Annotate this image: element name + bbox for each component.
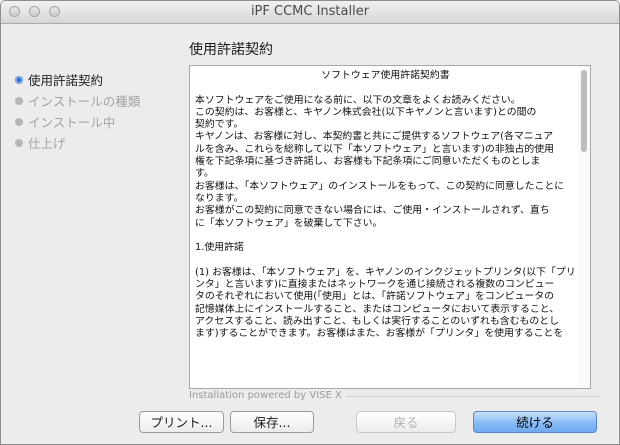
step-label: インストール中 [28,115,116,130]
license-scrollbar[interactable] [578,66,590,388]
license-line: ルを含み、これらを総称して以下「本ソフトウェア」と言います)の非独占的使用 [195,143,555,155]
license-spacer [195,254,576,266]
license-line: 記憶媒体上にインストールすること、またはコンピュータにおいて表示すること、 [195,303,560,315]
save-button[interactable]: 保存... [230,411,314,433]
license-spacer [195,82,576,94]
license-line: タのそれぞれにおいて使用(「使用」とは、「許諾ソフトウェア」をコンピュータの [195,291,555,303]
license-spacer [195,230,576,242]
step-bullet-icon [15,117,23,126]
window-title: iPF CCMC Installer [250,4,370,19]
step-bullet-icon [15,75,23,84]
license-line: アクセスすること、読み出すこと、もしくは実行することのいずれも含むものとし [195,315,559,327]
license-title: ソフトウェア使用許諾契約書 [321,70,450,81]
license-line: キヤノンは、お客様に対し、本契約書と共にご提供するソフトウェア(各マニュア [195,131,554,143]
license-text: ソフトウェア使用許諾契約書 本ソフトウェアをご使用になる前に、以下の文章をよくお… [195,70,576,341]
powered-by-label: Installation powered by VISE X [189,390,342,401]
license-line: ンタ」と言います)に直接またはネットワークを通じ接続される複数のコンピュー [195,279,555,291]
step-bullet-icon [15,96,23,105]
step-license: 使用許諾契約 [15,69,183,90]
installer-steps: 使用許諾契約 インストールの種類 インストール中 仕上げ [15,69,183,153]
title-bar: iPF CCMC Installer [1,1,619,24]
step-label: 仕上げ [28,136,66,151]
license-line: この契約は、お客様と、キヤノン株式会社(以下キヤノンと言います)との間の [195,106,537,118]
license-line: お客様は、「本ソフトウェア」のインストールをもって、この契約に同意したことに [195,180,565,192]
step-bullet-icon [15,138,23,147]
step-installing: インストール中 [15,111,183,132]
license-text-area[interactable]: ソフトウェア使用許諾契約書 本ソフトウェアをご使用になる前に、以下の文章をよくお… [189,65,591,389]
step-label: インストールの種類 [28,94,141,109]
installer-window: iPF CCMC Installer 使用許諾契約 使用許諾契約 インストールの… [0,0,620,445]
license-line: ます)することができます。お客様はまた、お客様が「プリンタ」を使用することを [195,328,564,340]
license-line: に「本ソフトウェア」を破棄して下さい。 [195,217,383,229]
license-line: 契約です。 [195,119,244,131]
step-label: 使用許諾契約 [28,73,104,88]
license-line: す。 [195,168,214,180]
continue-button[interactable]: 続ける [473,411,597,433]
print-button[interactable]: プリント... [139,411,224,433]
scrollbar-thumb[interactable] [581,70,587,152]
step-install-type: インストールの種類 [15,90,183,111]
back-button[interactable]: 戻る [356,411,456,433]
step-finish: 仕上げ [15,132,183,153]
page-title: 使用許諾契約 [189,42,273,58]
license-line: (1) お客様は、「本ソフトウェア」を、キヤノンのインクジェットプリンタ(以下「… [195,266,576,278]
license-line: 権を下記条項に基づき許諾し、お客様も下記条項にご同意いただくものとしま [195,156,541,168]
license-line: なります。 [195,192,244,204]
license-line: 本ソフトウェアをご使用になる前に、以下の文章をよくお読みください。 [195,94,521,106]
license-line: お客様がこの契約に同意できない場合には、ご使用・インストールされず、直ち [195,205,550,217]
license-section-heading: 1.使用許諾 [195,242,244,254]
divider [346,396,600,397]
